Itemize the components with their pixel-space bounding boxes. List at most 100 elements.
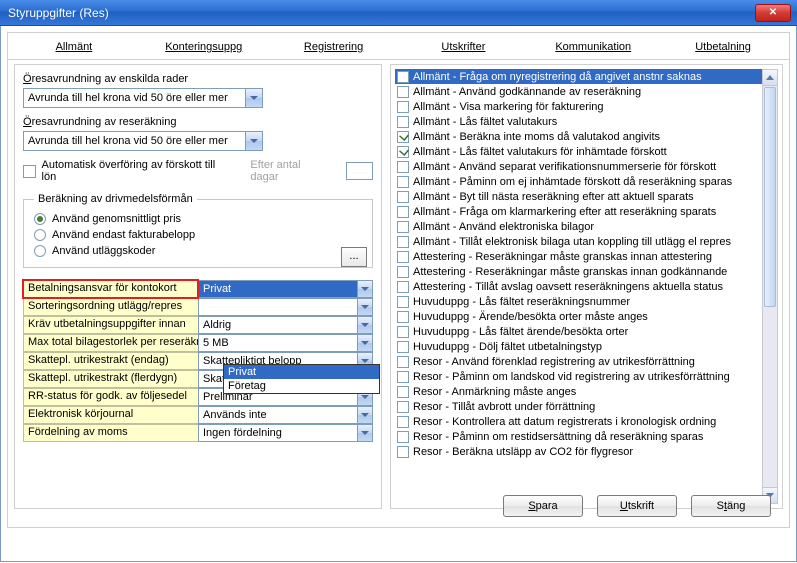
dropdown-option-privat[interactable]: Privat [224,365,379,379]
checklist-item[interactable]: Allmänt - Byt till nästa reseräkning eft… [395,189,762,204]
checkbox[interactable] [397,191,409,203]
checklist-item[interactable]: Attestering - Reseräkningar måste gransk… [395,264,762,279]
chevron-down-icon[interactable] [357,317,372,333]
checklist-item[interactable]: Allmänt - Påminn om ej inhämtade förskot… [395,174,762,189]
checkbox[interactable] [397,296,409,308]
checkbox[interactable] [397,356,409,368]
checklist-item[interactable]: Resor - Tillåt avbrott under förrättning [395,399,762,414]
checklist-item[interactable]: Allmänt - Fråga om nyregistrering då ang… [395,69,762,84]
auto-forskott-checkbox[interactable] [23,165,36,178]
checkbox[interactable] [397,251,409,263]
checklist-item-label: Resor - Använd förenklad registrering av… [413,356,695,368]
checkbox[interactable] [397,341,409,353]
chevron-down-icon[interactable] [357,425,372,441]
chevron-down-icon[interactable] [357,299,372,315]
tab-allmant[interactable]: Allmänt [14,37,134,57]
tab-utbetalning[interactable]: Utbetalning [663,37,783,57]
checkbox[interactable] [397,161,409,173]
efter-antal-dagar-input[interactable] [346,162,373,180]
checklist-item[interactable]: Huvuduppg - Dölj fältet utbetalningstyp [395,339,762,354]
checkbox[interactable] [397,131,409,143]
checkbox[interactable] [397,221,409,233]
oresavr-reserak-label: Öresavrundning av reseräkningÖresavrundn… [23,116,373,128]
checklist-item-label: Huvuduppg - Ärende/besökta orter måste a… [413,311,648,323]
scroll-thumb[interactable] [764,87,776,307]
prop-betalningsansvar-select[interactable]: Privat [198,280,373,298]
prop-select[interactable]: Aldrig [198,316,373,334]
tab-utskrifter[interactable]: Utskrifter [403,37,523,57]
checklist-item[interactable]: Allmänt - Visa markering för fakturering [395,99,762,114]
checklist-item[interactable]: Resor - Anmärkning måste anges [395,384,762,399]
checklist-item[interactable]: Huvuduppg - Lås fältet ärende/besökta or… [395,324,762,339]
chevron-down-icon[interactable] [245,89,262,107]
checklist-item-label: Attestering - Tillåt avslag oavsett rese… [413,281,723,293]
scroll-up-icon[interactable] [763,70,777,86]
tab-kommunikation[interactable]: Kommunikation [533,37,653,57]
checkbox[interactable] [397,326,409,338]
prop-select[interactable]: Används inte [198,406,373,424]
checklist-item[interactable]: Resor - Påminn om landskod vid registrer… [395,369,762,384]
checklist-item[interactable]: Allmänt - Tillåt elektronisk bilaga utan… [395,234,762,249]
prop-select[interactable]: 5 MB [198,334,373,352]
checklist-item[interactable]: Resor - Beräkna utsläpp av CO2 för flygr… [395,444,762,459]
checkbox[interactable] [397,431,409,443]
checkbox[interactable] [397,386,409,398]
chevron-down-icon[interactable] [245,132,262,150]
checklist-item[interactable]: Huvuduppg - Lås fältet reseräkningsnumme… [395,294,762,309]
prop-select[interactable] [198,298,373,316]
checklist-item[interactable]: Allmänt - Använd separat verifikationsnu… [395,159,762,174]
chevron-down-icon[interactable] [357,335,372,351]
checkbox[interactable] [397,281,409,293]
checklist-item-label: Resor - Kontrollera att datum registrera… [413,416,716,428]
oresavr-reserak-select[interactable]: Avrunda till hel krona vid 50 öre eller … [23,131,263,151]
close-button[interactable]: Stäng [691,495,771,517]
checkbox[interactable] [397,446,409,458]
print-button[interactable]: Utskrift [597,495,677,517]
checkbox[interactable] [397,401,409,413]
drivmedel-radio-label: Använd utläggskoder [52,245,155,257]
checklist-item[interactable]: Allmänt - Beräkna inte moms då valutakod… [395,129,762,144]
prop-label: Fördelning av moms [23,424,198,442]
checklist-item[interactable]: Attestering - Reseräkningar måste gransk… [395,249,762,264]
tab-registrering[interactable]: Registrering [274,37,394,57]
checklist-item[interactable]: Resor - Kontrollera att datum registrera… [395,414,762,429]
checkbox[interactable] [397,416,409,428]
checkbox[interactable] [397,266,409,278]
checkbox[interactable] [397,311,409,323]
checklist-item-label: Resor - Beräkna utsläpp av CO2 för flygr… [413,446,633,458]
prop-select[interactable]: Ingen fördelning [198,424,373,442]
checklist-item[interactable]: Allmänt - Lås fältet valutakurs [395,114,762,129]
checklist-item[interactable]: Resor - Använd förenklad registrering av… [395,354,762,369]
close-icon[interactable]: ✕ [755,4,791,22]
drivmedel-radio-genomsnitt[interactable] [34,213,46,225]
checklist-item[interactable]: Allmänt - Använd godkännande av reseräkn… [395,84,762,99]
checkbox[interactable] [397,236,409,248]
scrollbar[interactable] [762,69,778,504]
checkbox[interactable] [397,176,409,188]
save-button[interactable]: Spara [503,495,583,517]
drivmedel-radio-faktura[interactable] [34,229,46,241]
chevron-down-icon[interactable] [357,281,372,297]
tab-konteringsuppg[interactable]: Konteringsuppg [144,37,264,57]
checkbox[interactable] [397,371,409,383]
checkbox[interactable] [397,146,409,158]
checklist-item[interactable]: Huvuduppg - Ärende/besökta orter måste a… [395,309,762,324]
tab-strip: Allmänt Konteringsuppg Registrering Utsk… [8,33,789,60]
oresavr-rader-select[interactable]: Avrunda till hel krona vid 50 öre eller … [23,88,263,108]
chevron-down-icon[interactable] [357,407,372,423]
dropdown-option-foretag[interactable]: Företag [224,379,379,393]
checklist-item-label: Allmänt - Använd elektroniska bilagor [413,221,594,233]
checkbox[interactable] [397,71,409,83]
checklist-item[interactable]: Resor - Påminn om restidsersättning då r… [395,429,762,444]
checklist-item[interactable]: Allmänt - Lås fältet valutakurs för inhä… [395,144,762,159]
checkbox[interactable] [397,101,409,113]
more-button[interactable]: ... [341,247,367,267]
checkbox[interactable] [397,116,409,128]
betalningsansvar-dropdown[interactable]: Privat Företag [223,364,380,394]
checklist-item[interactable]: Allmänt - Fråga om klarmarkering efter a… [395,204,762,219]
drivmedel-radio-utlaggskoder[interactable] [34,245,46,257]
checklist-item[interactable]: Attestering - Tillåt avslag oavsett rese… [395,279,762,294]
checkbox[interactable] [397,206,409,218]
checkbox[interactable] [397,86,409,98]
checklist-item[interactable]: Allmänt - Använd elektroniska bilagor [395,219,762,234]
